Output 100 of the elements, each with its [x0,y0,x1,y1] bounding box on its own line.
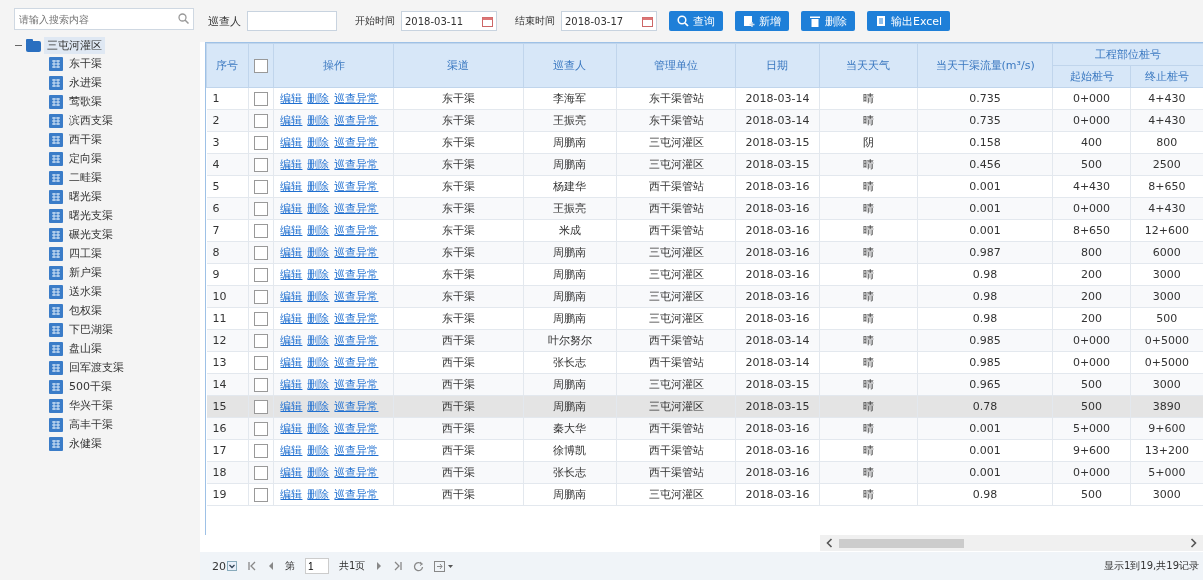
action-link[interactable]: 巡查异常 [334,421,379,435]
scroll-right-icon[interactable] [1190,538,1197,548]
row-checkbox[interactable] [254,443,268,458]
add-button[interactable]: 新增 [735,11,789,31]
row-checkbox[interactable] [254,421,268,436]
action-link[interactable]: 删除 [307,201,330,215]
action-link[interactable]: 删除 [307,91,330,105]
row-checkbox[interactable] [254,245,268,260]
row-checkbox[interactable] [254,179,268,194]
action-link[interactable]: 巡查异常 [334,289,379,303]
tree-item[interactable]: 盘山渠 [66,340,105,357]
action-link[interactable]: 巡查异常 [334,443,379,457]
action-link[interactable]: 删除 [307,421,330,435]
page-field[interactable]: 1 [305,558,329,574]
action-link[interactable]: 编辑 [280,289,303,303]
action-link[interactable]: 巡查异常 [334,399,379,413]
row-checkbox[interactable] [254,311,268,326]
action-link[interactable]: 巡查异常 [334,465,379,479]
first-page-icon[interactable] [247,561,257,571]
tree-item[interactable]: 新户渠 [66,264,105,281]
action-link[interactable]: 删除 [307,465,330,479]
tree-item[interactable]: 东干渠 [66,55,105,72]
action-link[interactable]: 删除 [307,377,330,391]
row-checkbox[interactable] [254,135,268,150]
action-link[interactable]: 删除 [307,333,330,347]
tree-item[interactable]: 永进渠 [66,74,105,91]
scroll-left-icon[interactable] [826,538,833,548]
row-checkbox[interactable] [254,91,268,106]
row-checkbox[interactable] [254,267,268,282]
action-link[interactable]: 编辑 [280,465,303,479]
tree-item[interactable]: 西干渠 [66,131,105,148]
horizontal-scrollbar[interactable] [820,535,1203,551]
tree-item[interactable]: 500干渠 [66,378,115,395]
action-link[interactable]: 巡查异常 [334,245,379,259]
action-link[interactable]: 巡查异常 [334,333,379,347]
row-checkbox[interactable] [254,465,268,480]
action-link[interactable]: 编辑 [280,421,303,435]
action-link[interactable]: 编辑 [280,487,303,501]
action-link[interactable]: 删除 [307,157,330,171]
refresh-icon[interactable] [413,560,425,572]
action-link[interactable]: 删除 [307,399,330,413]
tree-item[interactable]: 曙光渠 [66,188,105,205]
action-link[interactable]: 巡查异常 [334,179,379,193]
tree-item[interactable]: 下巴湖渠 [66,321,116,338]
action-link[interactable]: 删除 [307,267,330,281]
end-date-field[interactable]: 2018-03-17 [561,11,657,31]
action-link[interactable]: 编辑 [280,91,303,105]
action-link[interactable]: 编辑 [280,113,303,127]
action-link[interactable]: 删除 [307,113,330,127]
action-link[interactable]: 编辑 [280,377,303,391]
action-link[interactable]: 巡查异常 [334,135,379,149]
action-link[interactable]: 巡查异常 [334,487,379,501]
action-link[interactable]: 巡查异常 [334,223,379,237]
action-link[interactable]: 编辑 [280,135,303,149]
action-link[interactable]: 删除 [307,135,330,149]
tree-item[interactable]: 莺歌渠 [66,93,105,110]
action-link[interactable]: 编辑 [280,157,303,171]
action-link[interactable]: 巡查异常 [334,157,379,171]
action-link[interactable]: 巡查异常 [334,201,379,215]
inspector-field[interactable] [247,11,337,31]
tree-item[interactable]: 碾光支渠 [66,226,116,243]
tree-item[interactable]: 二畦渠 [66,169,105,186]
row-checkbox[interactable] [254,355,268,370]
export-button[interactable]: 输出Excel [867,11,951,31]
tree-item[interactable]: 包权渠 [66,302,105,319]
action-link[interactable]: 编辑 [280,201,303,215]
row-checkbox[interactable] [254,201,268,216]
tree-item[interactable]: 华兴干渠 [66,397,116,414]
select-all-checkbox[interactable] [254,58,268,73]
tree-item[interactable]: 高丰干渠 [66,416,116,433]
row-checkbox[interactable] [254,487,268,502]
action-link[interactable]: 巡查异常 [334,113,379,127]
search-field[interactable]: 请输入搜索内容 [14,8,194,30]
action-link[interactable]: 删除 [307,289,330,303]
tree-item[interactable]: 曙光支渠 [66,207,116,224]
tree-item[interactable]: 送水渠 [66,283,105,300]
action-link[interactable]: 编辑 [280,179,303,193]
action-link[interactable]: 编辑 [280,223,303,237]
action-link[interactable]: 巡查异常 [334,91,379,105]
action-link[interactable]: 删除 [307,223,330,237]
action-link[interactable]: 删除 [307,179,330,193]
action-link[interactable]: 编辑 [280,443,303,457]
action-link[interactable]: 删除 [307,355,330,369]
action-link[interactable]: 删除 [307,487,330,501]
tree-item[interactable]: 三屯河灌区 [44,36,105,54]
action-link[interactable]: 巡查异常 [334,377,379,391]
tree-item[interactable]: 滨西支渠 [66,112,116,129]
action-link[interactable]: 删除 [307,245,330,259]
row-checkbox[interactable] [254,333,268,348]
action-link[interactable]: 编辑 [280,333,303,347]
action-link[interactable]: 删除 [307,311,330,325]
action-link[interactable]: 巡查异常 [334,311,379,325]
row-checkbox[interactable] [254,157,268,172]
tree-item[interactable]: 定向渠 [66,150,105,167]
tree-item[interactable]: 回军渡支渠 [66,359,127,376]
action-link[interactable]: 编辑 [280,399,303,413]
export-menu-icon[interactable] [434,560,455,572]
row-checkbox[interactable] [254,377,268,392]
row-checkbox[interactable] [254,289,268,304]
action-link[interactable]: 删除 [307,443,330,457]
